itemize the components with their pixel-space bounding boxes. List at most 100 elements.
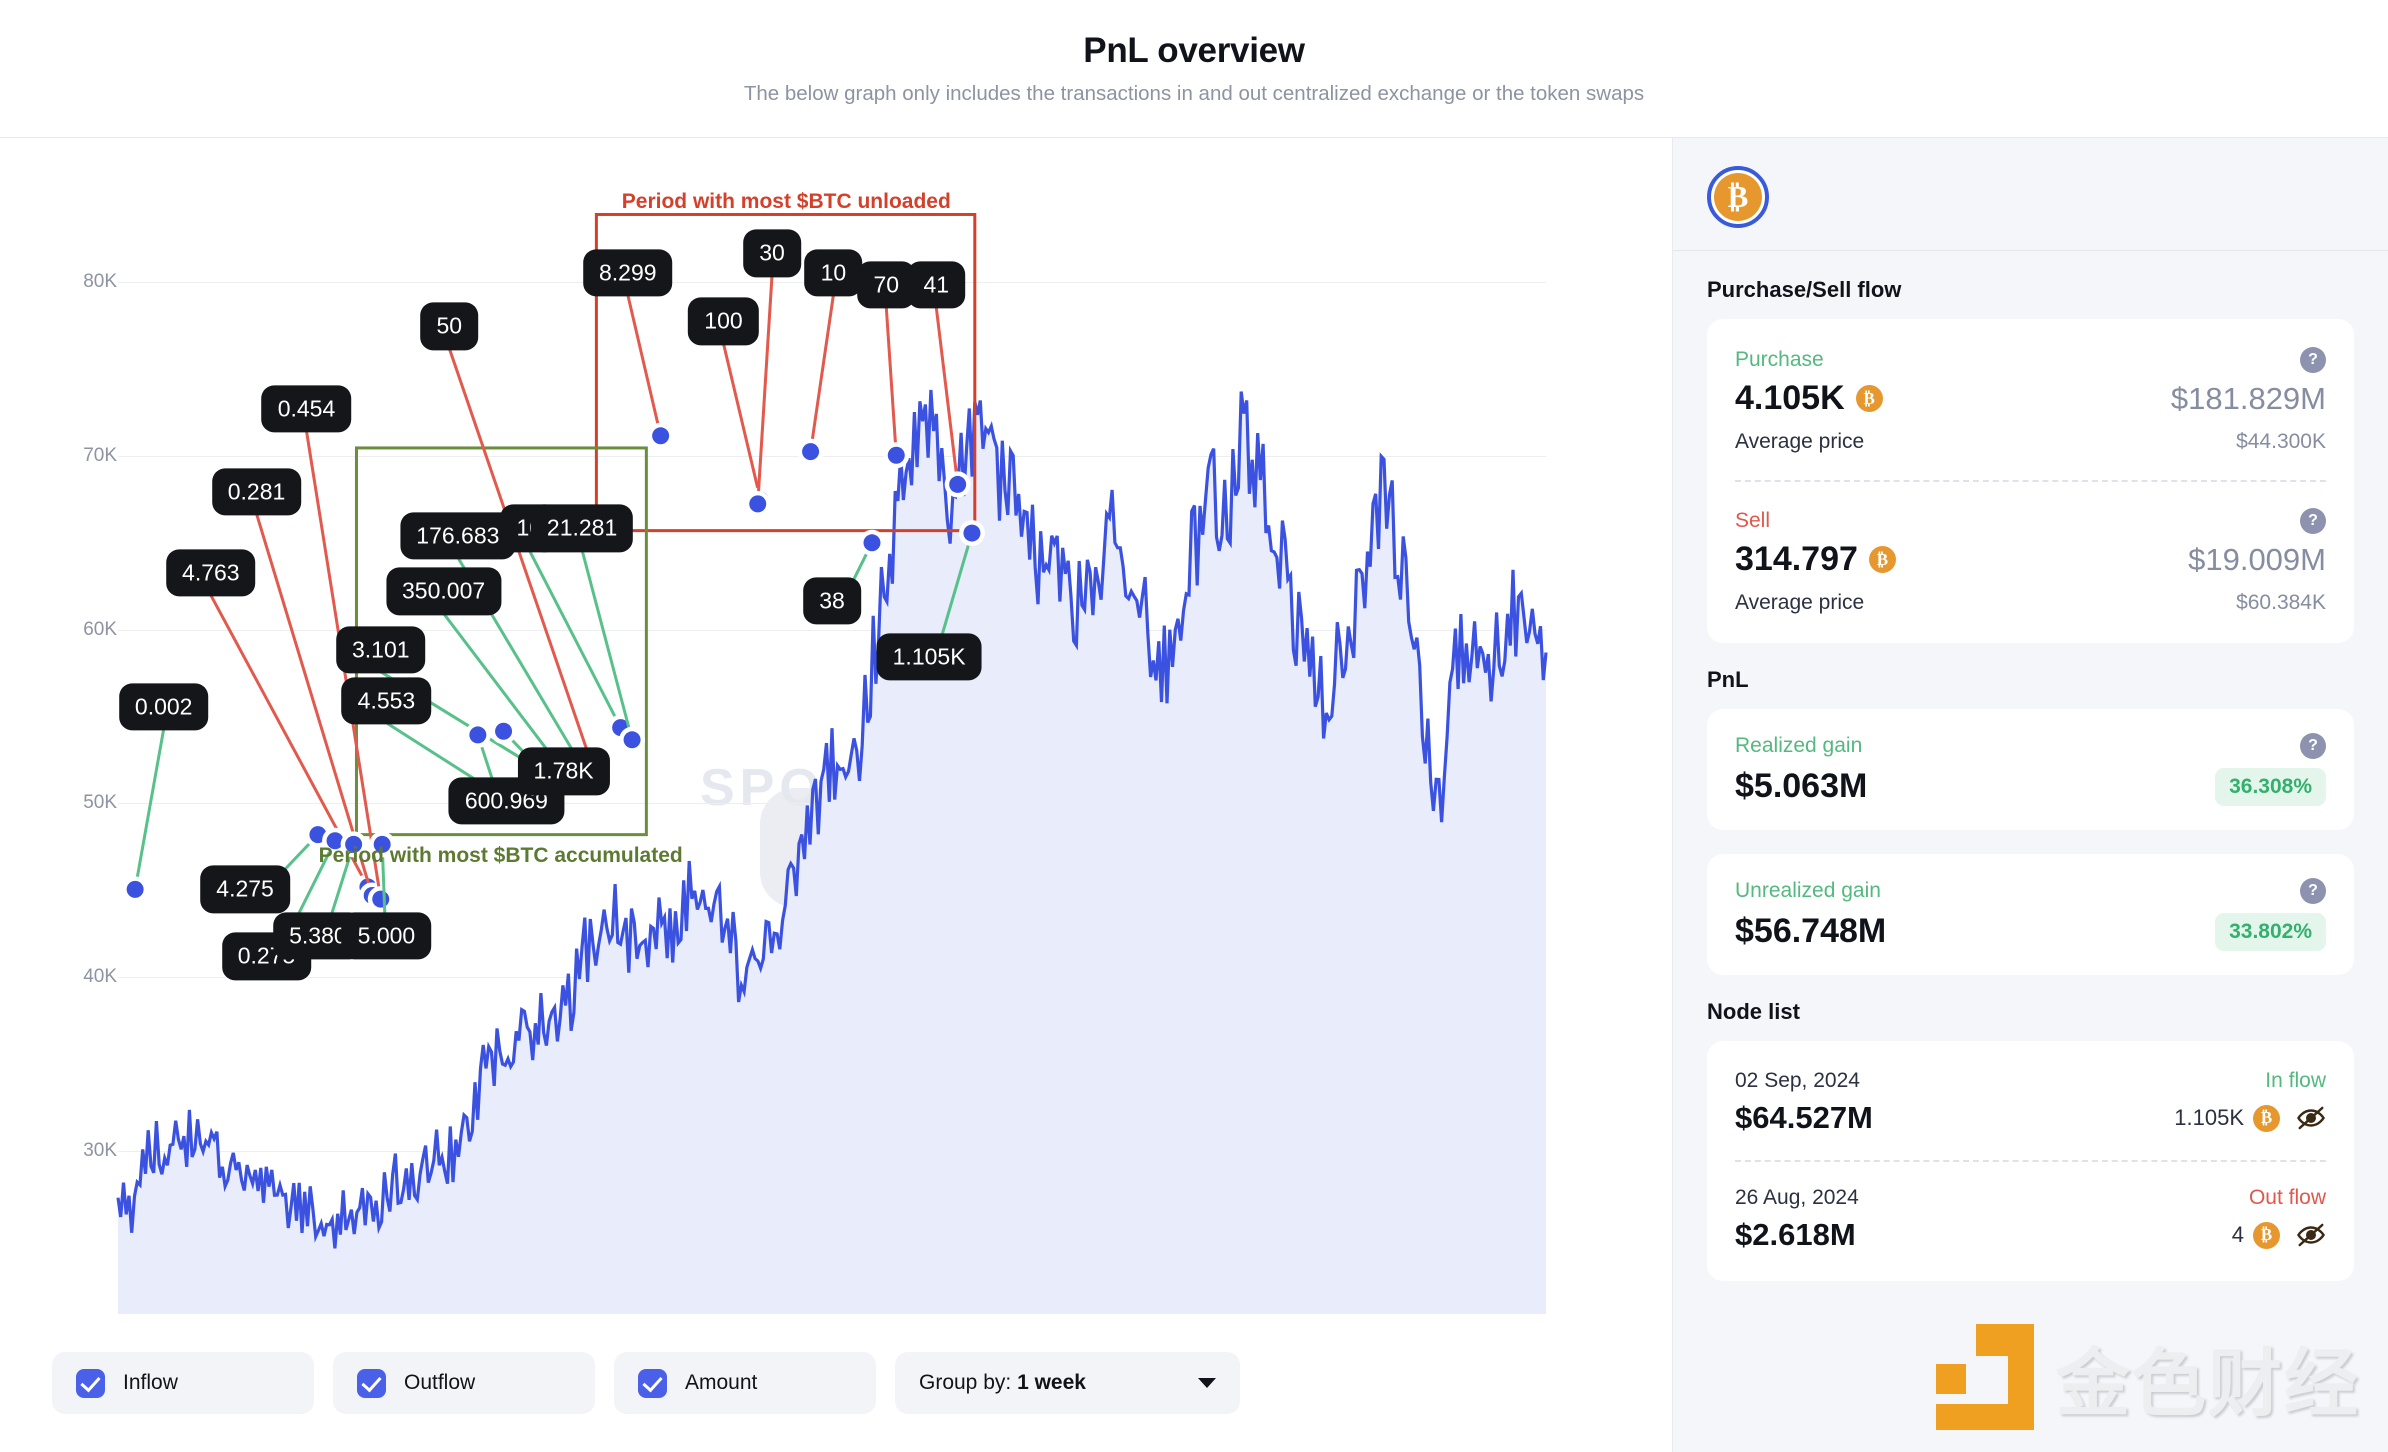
purchase-amount: 4.105K bbox=[1735, 379, 1845, 417]
inflow-checkbox[interactable]: Inflow bbox=[52, 1352, 314, 1414]
annotation-connector bbox=[884, 306, 898, 456]
node-list-item[interactable]: 26 Aug, 2024 Out flow $2.618M 4 ₿ bbox=[1735, 1160, 2326, 1277]
annotation-connector bbox=[722, 343, 763, 501]
realized-gain-card: Realized gain ? $5.063M 36.308% bbox=[1707, 709, 2354, 830]
annotation-bubble[interactable]: 176.683 bbox=[400, 511, 516, 560]
group-by-dropdown[interactable]: Group by: 1 week bbox=[895, 1352, 1240, 1414]
node-usd-value: $2.618M bbox=[1735, 1217, 1856, 1252]
check-icon bbox=[638, 1368, 667, 1398]
annotation-bubble[interactable]: 4.553 bbox=[341, 677, 432, 725]
annotation-bubble[interactable]: 4.763 bbox=[166, 549, 256, 597]
outflow-checkbox[interactable]: Outflow bbox=[333, 1352, 595, 1414]
outflow-label: Outflow bbox=[404, 1371, 476, 1394]
help-icon[interactable]: ? bbox=[2300, 347, 2326, 373]
transaction-marker[interactable] bbox=[963, 524, 981, 542]
node-quantity: 1.105K ₿ bbox=[2174, 1104, 2280, 1132]
eye-off-icon[interactable] bbox=[2296, 1220, 2326, 1250]
region-label-unloaded: Period with most $BTC unloaded bbox=[621, 190, 951, 214]
purchase-sell-card: Purchase ? 4.105K ₿ $181.829M Average pr… bbox=[1707, 319, 2354, 643]
node-list: 02 Sep, 2024 In flow $64.527M 1.105K ₿ 26 Aug… bbox=[1707, 1041, 2354, 1281]
annotation-bubble[interactable]: 350.007 bbox=[386, 567, 502, 616]
transaction-marker[interactable] bbox=[372, 890, 390, 908]
annotation-connector bbox=[756, 275, 774, 504]
help-icon[interactable]: ? bbox=[2300, 733, 2326, 759]
annotation-bubble[interactable]: 0.454 bbox=[261, 385, 352, 433]
sell-avg-price-value: $60.384K bbox=[2236, 591, 2326, 614]
group-by-label: Group by: bbox=[919, 1371, 1012, 1394]
annotation-bubble[interactable]: 50 bbox=[420, 302, 479, 350]
transaction-marker[interactable] bbox=[495, 722, 513, 740]
page-header: PnL overview The below graph only includ… bbox=[0, 0, 2388, 138]
sell-usd: $19.009M bbox=[2188, 541, 2326, 577]
divider bbox=[1735, 480, 2326, 482]
annotation-bubble[interactable]: 0.002 bbox=[118, 683, 209, 731]
node-quantity-value: 1.105K bbox=[2174, 1105, 2244, 1130]
transaction-marker[interactable] bbox=[469, 726, 487, 744]
annotation-bubble[interactable]: 38 bbox=[803, 577, 861, 625]
transaction-marker[interactable] bbox=[887, 446, 905, 464]
annotation-connector bbox=[580, 549, 634, 741]
region-label-accumulated: Period with most $BTC accumulated bbox=[318, 844, 683, 868]
chart-controls: Inflow Outflow Amount Group by: 1 week bbox=[0, 1314, 1672, 1452]
bitcoin-icon: ₿ bbox=[1868, 546, 1896, 573]
node-date: 02 Sep, 2024 bbox=[1735, 1069, 1860, 1092]
help-icon[interactable]: ? bbox=[2300, 878, 2326, 904]
pnl-chart[interactable]: SPOTONCHAIN 20K30K40K50K60K70K80KJulyOct… bbox=[0, 138, 1672, 1452]
help-icon[interactable]: ? bbox=[2300, 508, 2326, 534]
node-date: 26 Aug, 2024 bbox=[1735, 1186, 1859, 1209]
purchase-avg-price-label: Average price bbox=[1735, 430, 1865, 453]
annotation-bubble[interactable]: 5.000 bbox=[341, 911, 432, 960]
annotation-bubble[interactable]: 1.78K bbox=[517, 747, 610, 796]
purchase-block: Purchase ? 4.105K ₿ $181.829M Average pr… bbox=[1735, 343, 2326, 458]
transaction-marker[interactable] bbox=[749, 495, 767, 513]
transaction-marker[interactable] bbox=[863, 534, 881, 552]
annotation-connector bbox=[442, 612, 562, 769]
bitcoin-icon: ₿ bbox=[2253, 1104, 2280, 1132]
unrealized-gain-card: Unrealized gain ? $56.748M 33.802% bbox=[1707, 854, 2354, 975]
annotation-bubble[interactable]: 4.275 bbox=[200, 865, 290, 914]
node-list-title: Node list bbox=[1707, 999, 1800, 1024]
amount-checkbox[interactable]: Amount bbox=[614, 1352, 876, 1414]
node-quantity-value: 4 bbox=[2231, 1222, 2244, 1247]
annotation-connector bbox=[809, 294, 835, 452]
bitcoin-avatar: ₿ bbox=[1707, 166, 1769, 228]
node-usd-value: $64.527M bbox=[1735, 1100, 1873, 1135]
annotation-bubble[interactable]: 3.101 bbox=[335, 626, 426, 674]
unrealized-gain-label: Unrealized gain bbox=[1735, 879, 1881, 902]
annotation-bubble[interactable]: 21.281 bbox=[530, 504, 634, 552]
annotation-bubble[interactable]: 30 bbox=[743, 229, 801, 278]
unrealized-gain-percent: 33.802% bbox=[2215, 912, 2326, 951]
page-title: PnL overview bbox=[1083, 31, 1305, 70]
realized-gain-percent: 36.308% bbox=[2215, 767, 2326, 806]
annotation-bubble[interactable]: 70 bbox=[857, 261, 916, 309]
realized-gain-value: $5.063M bbox=[1735, 767, 1868, 805]
amount-label: Amount bbox=[685, 1371, 758, 1394]
sell-avg-price-label: Average price bbox=[1735, 591, 1865, 614]
transaction-marker[interactable] bbox=[126, 880, 144, 898]
unrealized-gain-value: $56.748M bbox=[1735, 912, 1887, 950]
annotation-bubble[interactable]: 1.105K bbox=[876, 633, 982, 681]
purchase-sell-flow-title: Purchase/Sell flow bbox=[1707, 277, 1902, 302]
bitcoin-icon: ₿ bbox=[2253, 1221, 2280, 1249]
annotation-bubble[interactable]: 0.281 bbox=[211, 468, 302, 516]
transaction-marker[interactable] bbox=[652, 427, 670, 445]
node-list-item[interactable]: 02 Sep, 2024 In flow $64.527M 1.105K ₿ bbox=[1735, 1045, 2326, 1160]
check-icon bbox=[76, 1368, 105, 1398]
realized-gain-label: Realized gain bbox=[1735, 734, 1863, 757]
annotation-bubble[interactable]: 100 bbox=[688, 297, 759, 346]
transaction-marker[interactable] bbox=[949, 475, 967, 493]
annotation-bubble[interactable]: 10 bbox=[804, 249, 863, 297]
annotation-bubble[interactable]: 8.299 bbox=[583, 249, 673, 297]
chart-pane: SPOTONCHAIN 20K30K40K50K60K70K80KJulyOct… bbox=[0, 138, 1672, 1452]
group-by-value: 1 week bbox=[1017, 1371, 1086, 1394]
inflow-label: Inflow bbox=[123, 1371, 178, 1394]
eye-off-icon[interactable] bbox=[2296, 1103, 2326, 1133]
annotation-bubble[interactable]: 41 bbox=[907, 261, 966, 309]
purchase-label: Purchase bbox=[1735, 348, 1824, 371]
transaction-marker[interactable] bbox=[623, 731, 641, 749]
node-flow-type: In flow bbox=[2265, 1069, 2326, 1092]
check-icon bbox=[357, 1368, 386, 1398]
pnl-title: PnL bbox=[1707, 667, 1749, 692]
chevron-down-icon bbox=[1198, 1378, 1216, 1388]
transaction-marker[interactable] bbox=[802, 443, 820, 461]
